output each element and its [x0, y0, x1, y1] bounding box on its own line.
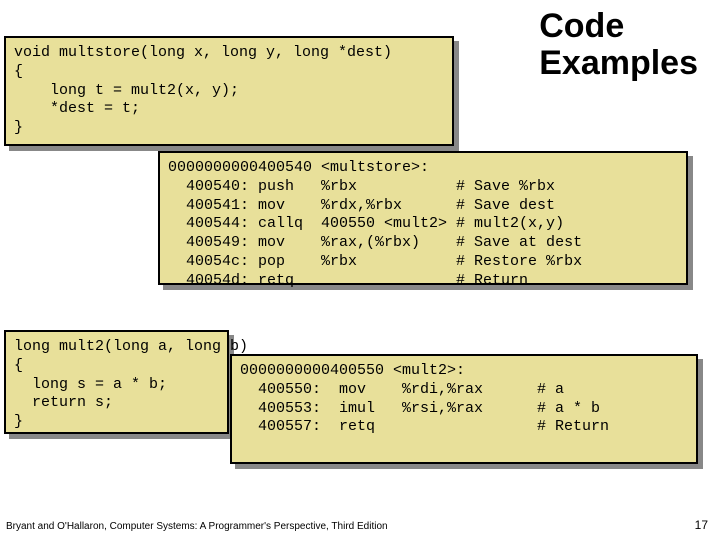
- code-multstore-c: void multstore(long x, long y, long *des…: [4, 36, 454, 146]
- title-line-2: Examples: [539, 44, 698, 82]
- title-line-1: Code: [539, 7, 624, 45]
- footer-citation: Bryant and O'Hallaron, Computer Systems:…: [6, 521, 388, 532]
- slide-title: Code Examples: [539, 8, 698, 83]
- code-mult2-c: long mult2(long a, long b) { long s = a …: [4, 330, 229, 434]
- code-mult2-asm: 0000000000400550 <mult2>: 400550: mov %r…: [230, 354, 698, 464]
- code-multstore-asm: 0000000000400540 <multstore>: 400540: pu…: [158, 151, 688, 285]
- page-number: 17: [695, 518, 708, 532]
